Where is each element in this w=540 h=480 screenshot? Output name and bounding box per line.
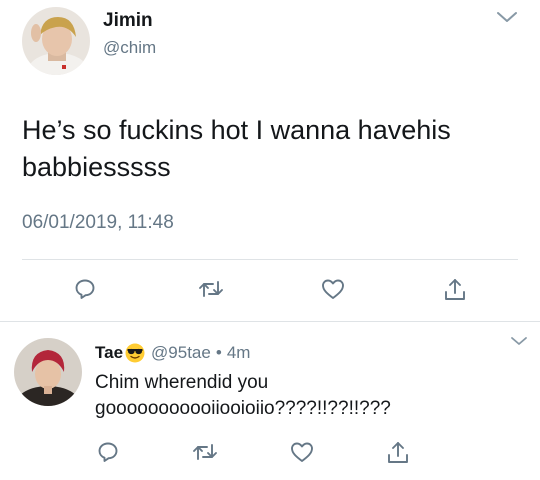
share-icon[interactable] <box>442 277 468 303</box>
like-icon[interactable] <box>289 440 315 464</box>
reply-icon[interactable] <box>73 277 97 301</box>
reply-icon[interactable] <box>96 440 120 464</box>
divider <box>0 321 540 322</box>
chevron-down-icon[interactable] <box>510 335 528 347</box>
tweet-timestamp[interactable]: 06/01/2019, 11:48 <box>22 212 174 234</box>
retweet-icon[interactable] <box>197 277 225 301</box>
avatar-jimin[interactable] <box>22 7 90 75</box>
user-handle[interactable]: @chim <box>103 38 156 58</box>
display-name[interactable]: Jimin <box>103 10 153 32</box>
display-name[interactable]: Tae <box>95 343 123 363</box>
like-icon[interactable] <box>320 277 346 301</box>
chevron-down-icon[interactable] <box>496 10 518 24</box>
reply-time[interactable]: 4m <box>227 343 251 363</box>
tweet-text: He’s so fuckins hot I wanna havehis babb… <box>22 115 451 182</box>
separator-dot: • <box>215 343 222 362</box>
retweet-icon[interactable] <box>191 440 219 464</box>
avatar-tae[interactable] <box>14 338 82 406</box>
reply-header: Tae @95tae • 4m <box>95 343 250 363</box>
reply-text: Chim wherendid you gooooooooooiiooioiio?… <box>95 372 391 419</box>
user-handle[interactable]: @95tae <box>151 343 211 363</box>
share-icon[interactable] <box>385 440 411 466</box>
divider <box>22 259 518 260</box>
smiling-face-with-sunglasses-icon <box>125 343 145 363</box>
